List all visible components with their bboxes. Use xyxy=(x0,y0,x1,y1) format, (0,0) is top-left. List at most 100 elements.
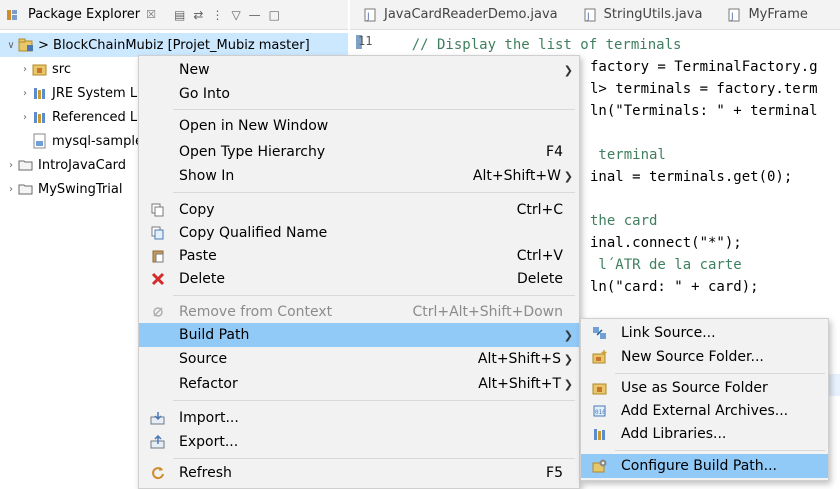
chevron-right-icon[interactable]: › xyxy=(4,160,18,171)
tab-myframe[interactable]: J MyFrame xyxy=(714,0,819,30)
minimize-icon[interactable]: — xyxy=(249,8,261,22)
java-file-icon: J xyxy=(582,7,598,23)
chevron-right-icon[interactable]: › xyxy=(18,88,32,99)
filter-icon[interactable]: ⋮ xyxy=(211,8,223,22)
link-source-icon xyxy=(591,324,609,342)
tab-label: MyFrame xyxy=(748,7,808,22)
tree-item-introjavacard[interactable]: › IntroJavaCard xyxy=(4,153,126,177)
delete-icon xyxy=(149,270,167,288)
code-line: inal.connect("*"); xyxy=(590,235,742,251)
submenu-item-configure-build-path[interactable]: Configure Build Path... xyxy=(581,454,828,478)
maximize-icon[interactable]: □ xyxy=(269,8,280,22)
library-icon xyxy=(32,85,48,101)
tree-item-myswingtrial[interactable]: › MySwingTrial xyxy=(4,177,122,201)
submenu-item-link-source[interactable]: Link Source... xyxy=(581,321,828,345)
tree-item-label: IntroJavaCard xyxy=(38,157,127,173)
submenu-item-use-as-source-folder[interactable]: Use as Source Folder xyxy=(581,376,828,400)
code-line: l´ATR de la carte xyxy=(590,257,742,273)
collapse-all-icon[interactable]: ▤ xyxy=(174,8,185,22)
project-icon xyxy=(18,37,34,53)
submenu-item-add-libraries[interactable]: Add Libraries... xyxy=(581,422,828,446)
menu-label: New Source Folder... xyxy=(621,349,764,365)
folder-icon xyxy=(18,181,34,197)
menu-item-import[interactable]: Import... xyxy=(139,406,579,430)
tree-item-src[interactable]: › src xyxy=(18,57,71,81)
menu-label: Export... xyxy=(179,434,239,450)
package-explorer-header: Package Explorer ☒ ▤ ⇄ ⋮ ▽ — □ xyxy=(0,0,348,30)
submenu-item-add-external-archives[interactable]: 010 Add External Archives... xyxy=(581,399,828,423)
copy-qualified-icon xyxy=(149,224,167,242)
chevron-down-icon[interactable]: ∨ xyxy=(4,40,18,51)
code-line: ln("card: " + card); xyxy=(590,279,759,295)
menu-label: Delete xyxy=(179,271,225,287)
menu-label: Open in New Window xyxy=(179,118,329,134)
code-line: l> terminals = factory.term xyxy=(590,81,818,97)
package-explorer-tab[interactable]: Package Explorer xyxy=(28,7,140,22)
menu-shortcut: Delete xyxy=(517,271,563,287)
menu-item-refactor[interactable]: Refactor Alt+Shift+T ❯ xyxy=(139,372,579,396)
svg-text:J: J xyxy=(586,12,590,22)
menu-item-go-into[interactable]: Go Into xyxy=(139,82,579,106)
menu-label: Refactor xyxy=(179,376,238,392)
jar-add-icon: 010 xyxy=(591,402,609,420)
menu-label: Add External Archives... xyxy=(621,403,789,419)
menu-item-show-in[interactable]: Show In Alt+Shift+W ❯ xyxy=(139,164,579,188)
chevron-right-icon[interactable]: › xyxy=(18,64,32,75)
tab-label: JavaCardReaderDemo.java xyxy=(384,7,558,22)
menu-item-open-in-new-window[interactable]: Open in New Window xyxy=(139,114,579,138)
chevron-right-icon[interactable]: › xyxy=(18,112,32,123)
menu-label: Build Path xyxy=(179,327,250,343)
import-icon xyxy=(149,409,167,427)
tree-item-label: src xyxy=(52,61,71,77)
tree-item-mysql-sample[interactable]: mysql-sample xyxy=(32,129,143,153)
menu-shortcut: Ctrl+V xyxy=(516,248,563,264)
code-line: the card xyxy=(590,213,658,229)
library-icon xyxy=(591,425,609,443)
menu-item-export[interactable]: Export... xyxy=(139,430,579,454)
menu-label: Copy Qualified Name xyxy=(179,225,328,241)
folder-icon xyxy=(18,157,34,173)
paste-icon xyxy=(149,247,167,265)
menu-item-new[interactable]: New ❯ xyxy=(139,58,579,82)
tree-item-blockchainmubiz[interactable]: ∨ > BlockChainMubiz [Projet_Mubiz master… xyxy=(0,33,348,57)
menu-separator xyxy=(615,450,825,451)
chevron-right-icon[interactable]: › xyxy=(4,184,18,195)
java-file-icon: J xyxy=(726,7,742,23)
close-icon[interactable]: ☒ xyxy=(146,8,156,21)
menu-item-paste[interactable]: Paste Ctrl+V xyxy=(139,244,579,268)
menu-label: Use as Source Folder xyxy=(621,380,768,396)
menu-item-source[interactable]: Source Alt+Shift+S ❯ xyxy=(139,347,579,371)
code-line: terminal xyxy=(590,147,666,163)
menu-separator xyxy=(173,400,575,401)
submenu-arrow-icon: ❯ xyxy=(563,352,573,366)
package-explorer-icon xyxy=(4,7,20,23)
menu-item-open-type-hierarchy[interactable]: Open Type Hierarchy F4 xyxy=(139,140,579,164)
jar-file-icon xyxy=(32,133,48,149)
menu-label: Source xyxy=(179,351,228,367)
menu-label: Show In xyxy=(179,168,235,184)
refresh-icon xyxy=(149,464,167,482)
menu-label: Link Source... xyxy=(621,325,716,341)
tab-stringutils[interactable]: J StringUtils.java xyxy=(570,0,715,30)
remove-context-icon xyxy=(149,303,167,321)
menu-item-build-path[interactable]: Build Path ❯ xyxy=(139,323,579,347)
menu-label: Copy xyxy=(179,202,215,218)
link-with-editor-icon[interactable]: ⇄ xyxy=(193,8,203,22)
view-menu-icon[interactable]: ▽ xyxy=(231,8,240,22)
submenu-item-new-source-folder[interactable]: New Source Folder... xyxy=(581,345,828,369)
tree-item-label: > BlockChainMubiz [Projet_Mubiz master] xyxy=(38,37,310,53)
menu-item-delete[interactable]: Delete Delete xyxy=(139,267,579,291)
source-folder-icon xyxy=(591,379,609,397)
menu-label: Paste xyxy=(179,248,217,264)
menu-item-copy-qualified-name[interactable]: Copy Qualified Name xyxy=(139,221,579,245)
context-menu: New ❯ Go Into Open in New Window Open Ty… xyxy=(138,55,580,489)
menu-item-copy[interactable]: Copy Ctrl+C xyxy=(139,198,579,222)
submenu-arrow-icon: ❯ xyxy=(563,63,573,77)
svg-text:010: 010 xyxy=(595,409,606,416)
code-line: ln("Terminals: " + terminal xyxy=(590,103,818,119)
menu-label: Go Into xyxy=(179,86,230,102)
build-path-submenu: Link Source... New Source Folder... Use … xyxy=(580,318,829,481)
submenu-arrow-icon: ❯ xyxy=(563,377,573,391)
menu-item-refresh[interactable]: Refresh F5 xyxy=(139,461,579,485)
tab-javacardreaderdemo[interactable]: J JavaCardReaderDemo.java xyxy=(350,0,570,30)
